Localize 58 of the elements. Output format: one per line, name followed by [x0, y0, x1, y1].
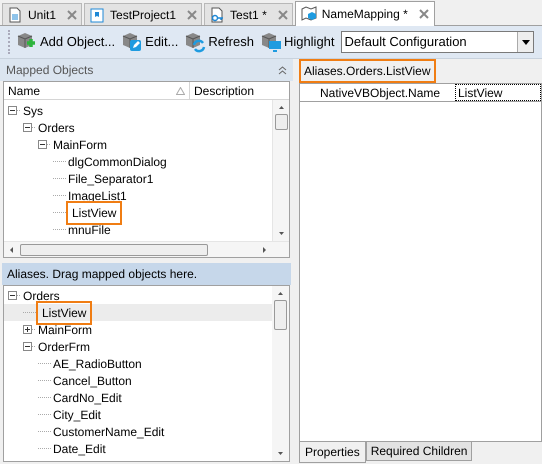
cube-pencil-icon [121, 31, 144, 53]
close-icon[interactable] [187, 10, 198, 20]
tree-item[interactable]: Sys [21, 102, 46, 120]
collapse-icon[interactable] [23, 342, 36, 351]
toolbar-button[interactable]: Edit... [121, 29, 178, 55]
document-icon [7, 6, 23, 22]
property-name: NativeVBObject.Name [319, 85, 442, 101]
tree-item[interactable]: Date_Edit [4, 440, 272, 457]
property-value[interactable]: ListView [455, 84, 541, 101]
collapse-icon[interactable] [38, 140, 51, 149]
toolbar-button[interactable]: Refresh [184, 29, 254, 55]
close-icon[interactable] [418, 9, 429, 19]
dropdown-arrow-icon[interactable] [522, 40, 530, 44]
horizontal-scrollbar[interactable] [4, 241, 289, 257]
expand-icon[interactable] [23, 325, 36, 334]
scroll-thumb[interactable] [20, 244, 208, 256]
editor-tab[interactable]: Test1 * [204, 3, 293, 25]
project-icon [89, 6, 106, 22]
panel-tab[interactable]: Required Children [366, 442, 472, 461]
editor-tab[interactable]: NameMapping * [294, 1, 435, 26]
toolbar-button[interactable]: Highlight [260, 29, 335, 55]
tree-item[interactable]: Orders [36, 118, 77, 136]
tree-item[interactable]: dlgCommonDialog [66, 152, 169, 170]
scroll-thumb[interactable] [274, 300, 287, 330]
tree-item[interactable]: CardNo_Edit [4, 389, 272, 406]
tree-item[interactable]: MainForm [51, 136, 110, 154]
toolbar-button[interactable]: Add Object... [16, 29, 116, 55]
collapse-icon[interactable] [23, 123, 36, 132]
editor-tab[interactable]: TestProject1 [84, 3, 202, 25]
document-key-icon [209, 6, 226, 22]
close-icon[interactable] [278, 10, 288, 20]
tree-item[interactable]: ListView [66, 200, 122, 224]
vertical-scrollbar[interactable] [272, 286, 289, 461]
close-icon[interactable] [67, 10, 78, 20]
object-path: Aliases.Orders.ListView [299, 59, 436, 83]
column-header[interactable]: Description [190, 82, 289, 99]
cube-refresh-icon [184, 31, 206, 53]
cube-monitor-icon [260, 31, 282, 53]
sort-icon [176, 86, 185, 94]
tree-item[interactable]: File_Separator1 [66, 170, 156, 188]
column-header[interactable]: Name [4, 82, 190, 99]
panel-tab[interactable]: Properties [299, 442, 366, 463]
map-cube-icon [300, 6, 317, 22]
tree-item[interactable]: Cancel_Button [4, 372, 272, 389]
collapse-icon[interactable] [8, 291, 21, 300]
tree-item[interactable]: AE_RadioButton [4, 355, 272, 372]
panel-title: Aliases. Drag mapped objects here. [7, 266, 198, 283]
tree-item[interactable]: Orders [4, 287, 272, 304]
tree-item[interactable]: City_Edit [4, 406, 272, 423]
tree-item[interactable]: CustomerName_Edit [4, 423, 272, 440]
scroll-thumb[interactable] [274, 114, 288, 130]
tree-item[interactable]: MainForm [4, 321, 272, 338]
editor-tab[interactable]: Unit1 [2, 3, 82, 25]
panel-title: Mapped Objects [6, 62, 94, 79]
collapse-icon[interactable] [8, 106, 21, 115]
tree-item[interactable]: OrderFrm [4, 338, 272, 355]
vertical-scrollbar[interactable] [272, 100, 289, 241]
configuration-dropdown[interactable]: Default Configuration [340, 31, 534, 53]
